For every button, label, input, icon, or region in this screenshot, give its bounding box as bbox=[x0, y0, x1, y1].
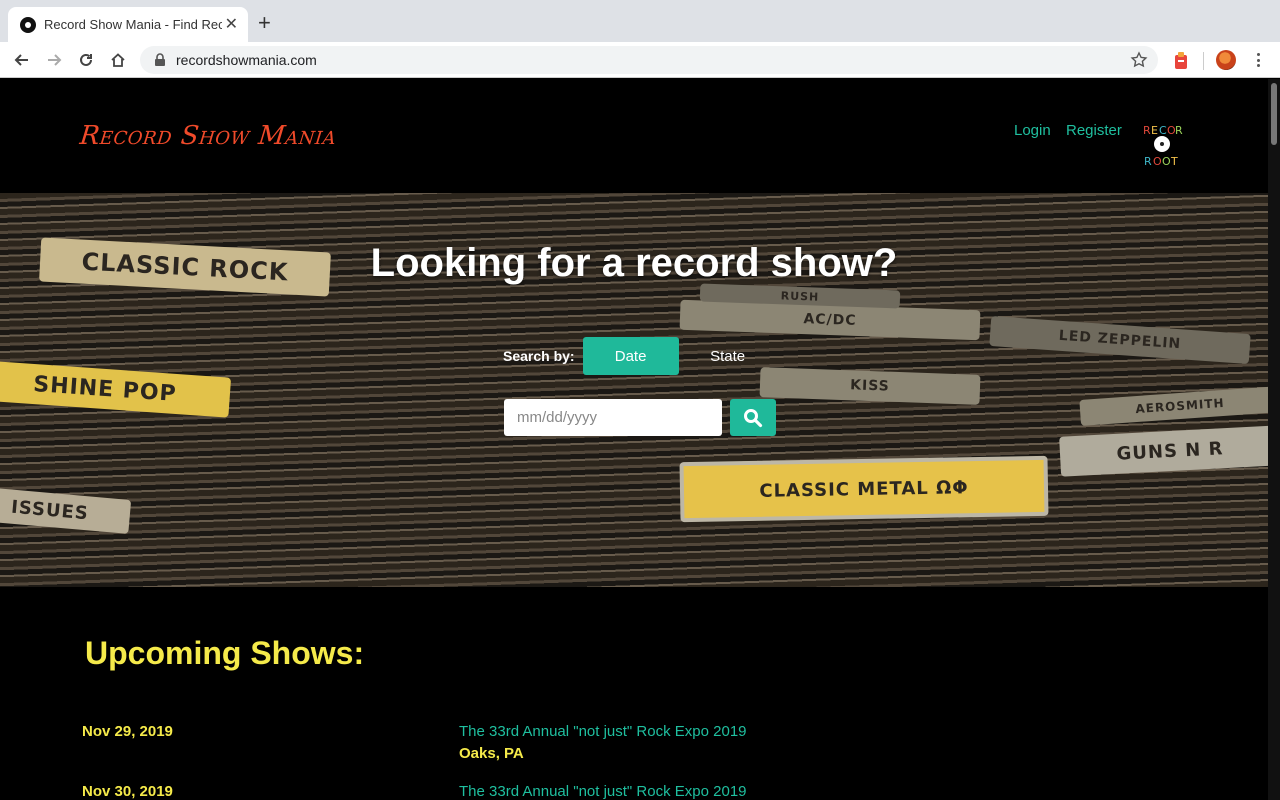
search-by-control: Search by: Date State bbox=[503, 337, 777, 375]
arrow-right-icon bbox=[48, 54, 62, 66]
search-by-state-button[interactable]: State bbox=[679, 337, 777, 375]
svg-text:R: R bbox=[1144, 155, 1152, 168]
star-icon[interactable] bbox=[1130, 51, 1148, 69]
tab-title: Record Show Mania - Find Record Shows bbox=[44, 17, 222, 32]
browser-tabstrip: Record Show Mania - Find Record Shows ✕ … bbox=[0, 0, 1280, 42]
page-scrollbar[interactable] bbox=[1268, 79, 1280, 800]
home-icon bbox=[111, 53, 125, 67]
toolbar-separator bbox=[1203, 52, 1204, 70]
site-logo[interactable]: Record Show Mania bbox=[78, 121, 338, 151]
search-button[interactable] bbox=[730, 399, 776, 436]
browser-toolbar: recordshowmania.com bbox=[0, 42, 1280, 78]
bin-label: ISSUES bbox=[0, 486, 132, 534]
arrow-left-icon bbox=[14, 54, 28, 66]
extension-icon[interactable] bbox=[1172, 51, 1190, 71]
search-by-date-button[interactable]: Date bbox=[582, 337, 679, 375]
lock-icon bbox=[155, 53, 165, 66]
record-roots-logo[interactable]: R E C O R R O O T bbox=[1140, 119, 1184, 169]
bin-label: LED ZEPPELIN bbox=[989, 315, 1251, 365]
bin-label: CLASSIC METAL ΩΦ bbox=[679, 455, 1049, 523]
address-bar[interactable]: recordshowmania.com bbox=[140, 46, 1158, 74]
search-by-label: Search by: bbox=[503, 348, 575, 364]
svg-text:T: T bbox=[1170, 155, 1178, 168]
tab-close-icon[interactable]: ✕ bbox=[225, 16, 238, 33]
bin-label: SHINE POP bbox=[0, 360, 232, 418]
login-link[interactable]: Login bbox=[1014, 122, 1051, 139]
scrollbar-thumb[interactable] bbox=[1271, 83, 1277, 145]
vinyl-favicon-icon bbox=[20, 16, 36, 33]
svg-text:O: O bbox=[1162, 155, 1171, 168]
upcoming-shows-title: Upcoming Shows: bbox=[85, 635, 365, 671]
reload-button[interactable] bbox=[74, 48, 98, 72]
new-tab-button[interactable]: + bbox=[258, 12, 271, 34]
show-name-link[interactable]: The 33rd Annual "not just" Rock Expo 201… bbox=[459, 783, 747, 800]
home-button[interactable] bbox=[106, 48, 130, 72]
show-date: Nov 30, 2019 bbox=[82, 783, 173, 800]
svg-text:R: R bbox=[1175, 124, 1183, 137]
back-button[interactable] bbox=[10, 48, 34, 72]
url-text: recordshowmania.com bbox=[176, 52, 317, 68]
show-location: Oaks, PA bbox=[459, 745, 524, 762]
svg-text:O: O bbox=[1153, 155, 1162, 168]
show-name-link[interactable]: The 33rd Annual "not just" Rock Expo 201… bbox=[459, 723, 747, 740]
hero-banner: CLASSIC ROCK SHINE POP ISSUES AC/DC KISS… bbox=[0, 193, 1268, 587]
browser-menu-icon[interactable] bbox=[1250, 50, 1266, 70]
bin-label: AEROSMITH bbox=[1079, 386, 1268, 426]
bin-label: GUNS N R bbox=[1059, 425, 1268, 477]
page: Record Show Mania Login Register R E C O… bbox=[0, 79, 1280, 800]
register-link[interactable]: Register bbox=[1066, 122, 1122, 139]
date-input[interactable] bbox=[504, 399, 722, 436]
profile-avatar[interactable] bbox=[1216, 50, 1236, 70]
bin-label: KISS bbox=[759, 367, 981, 405]
show-date: Nov 29, 2019 bbox=[82, 723, 173, 740]
browser-tab[interactable]: Record Show Mania - Find Record Shows ✕ bbox=[8, 7, 248, 42]
svg-text:E: E bbox=[1151, 124, 1158, 137]
svg-text:R: R bbox=[1143, 124, 1151, 137]
forward-button[interactable] bbox=[42, 48, 66, 72]
hero-title: Looking for a record show? bbox=[370, 241, 898, 285]
site-header: Record Show Mania Login Register R E C O… bbox=[0, 79, 1268, 193]
reload-icon bbox=[80, 53, 92, 66]
search-icon bbox=[744, 408, 763, 427]
svg-text:C: C bbox=[1159, 124, 1167, 137]
